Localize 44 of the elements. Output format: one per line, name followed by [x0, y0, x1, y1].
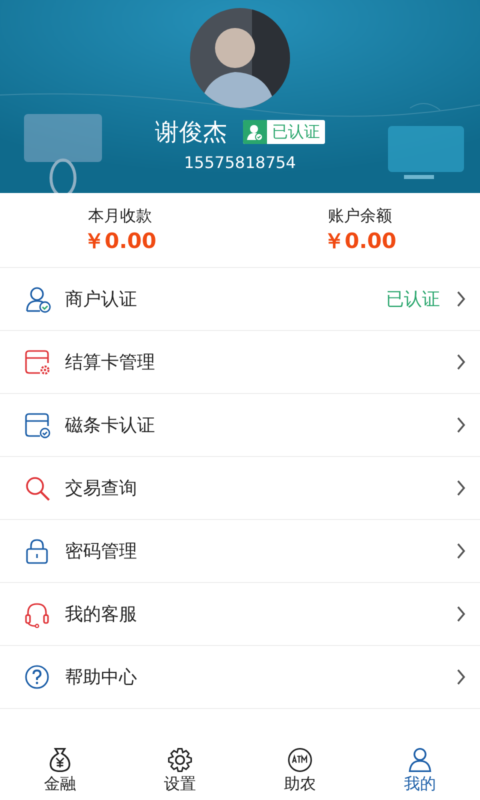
menu-item[interactable]: 密码管理 — [0, 520, 480, 583]
menu-label: 商户认证 — [65, 288, 138, 312]
help-icon — [24, 664, 51, 690]
nav-tab[interactable]: 助农 — [240, 740, 360, 800]
nav-tab[interactable]: 我的 — [360, 740, 480, 800]
chevron-right-icon — [456, 417, 466, 433]
menu-item[interactable]: 磁条卡认证 — [0, 394, 480, 457]
summary-label: 本月收款 — [88, 205, 152, 227]
chevron-right-icon — [456, 669, 466, 685]
amount-value: ￥0.00 — [324, 228, 396, 255]
lock-icon — [24, 538, 51, 564]
menu-item[interactable]: 交易查询 — [0, 457, 480, 520]
chevron-right-icon — [456, 543, 466, 559]
summary-label: 账户余额 — [328, 205, 392, 227]
card-check-icon — [24, 412, 51, 438]
search-icon — [24, 474, 51, 502]
atm-icon — [286, 746, 314, 774]
chevron-right-icon — [456, 606, 466, 622]
verified-badge: 已认证 — [243, 120, 325, 144]
menu-item[interactable]: 我的客服 — [0, 583, 480, 646]
chevron-right-icon — [456, 354, 466, 370]
phone-number: 15575818754 — [184, 152, 296, 174]
menu-label: 帮助中心 — [65, 666, 138, 690]
settings-icon — [166, 746, 194, 774]
amount-value: ￥0.00 — [84, 228, 156, 255]
menu-label: 我的客服 — [65, 602, 138, 626]
chevron-right-icon — [456, 480, 466, 496]
user-name: 谢俊杰 — [155, 117, 227, 148]
menu-label: 密码管理 — [65, 540, 138, 564]
menu-label: 磁条卡认证 — [65, 414, 156, 438]
verified-user-icon — [246, 123, 264, 141]
status-text: 已认证 — [386, 288, 440, 312]
headset-icon — [24, 600, 51, 628]
menu-label: 交易查询 — [65, 476, 138, 500]
user-icon — [406, 746, 434, 774]
card-gear-icon — [24, 348, 51, 376]
menu-item[interactable]: 商户认证 已认证 — [0, 268, 480, 331]
menu-label: 结算卡管理 — [65, 350, 156, 374]
menu-item[interactable]: 结算卡管理 — [0, 331, 480, 394]
chevron-right-icon — [456, 291, 466, 307]
nav-tab[interactable]: 设置 — [120, 740, 240, 800]
user-check-icon — [24, 286, 51, 312]
menu-item[interactable]: 帮助中心 — [0, 646, 480, 709]
nav-tab[interactable]: 金融 — [0, 740, 120, 800]
